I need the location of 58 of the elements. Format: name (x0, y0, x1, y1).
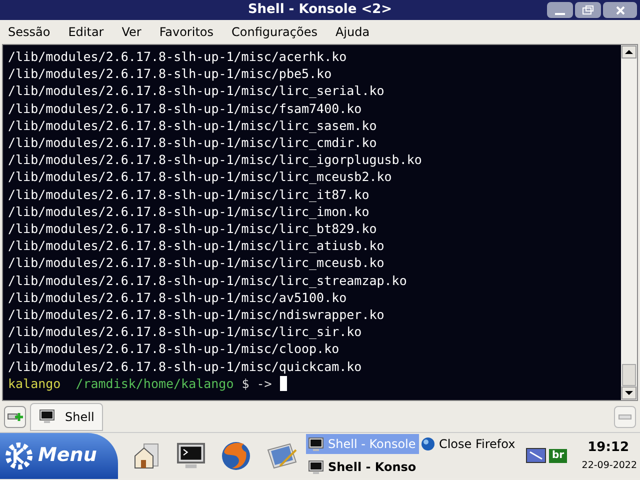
maximize-button[interactable] (575, 2, 601, 18)
terminal-line: /lib/modules/2.6.17.8-slh-up-1/misc/acerhk.ko (8, 48, 348, 66)
task-button[interactable]: Shell - Konso (306, 457, 419, 477)
new-session-button[interactable] (4, 406, 26, 428)
close-button[interactable] (603, 2, 637, 18)
menu-item[interactable]: Ver (116, 22, 146, 40)
prompt-user: kalango (8, 374, 61, 392)
session-tab[interactable]: Shell (30, 402, 104, 430)
monitor-icon (308, 436, 324, 452)
terminal-line: /lib/modules/2.6.17.8-slh-up-1/misc/pbe5.ko (8, 65, 333, 82)
menu-button[interactable]: Menu (0, 432, 118, 478)
terminal-line: /lib/modules/2.6.17.8-slh-up-1/misc/lirc_serial.ko (8, 82, 386, 100)
terminal-line: /lib/modules/2.6.17.8-slh-up-1/misc/lirc_sir.ko (8, 323, 363, 340)
menu-item[interactable]: Ajuda (330, 22, 375, 40)
scroll-down-icon[interactable] (621, 386, 637, 400)
terminal-line: /lib/modules/2.6.17.8-slh-up-1/misc/quickcam.ko (8, 358, 363, 375)
network-icon[interactable] (526, 448, 546, 463)
terminal-line: /lib/modules/2.6.17.8-slh-up-1/misc/lirc_sasem.ko (8, 116, 378, 134)
keyboard-layout-badge[interactable]: br (549, 448, 568, 462)
windows-icon (582, 5, 594, 15)
minimize-button[interactable] (547, 2, 573, 18)
scroll-up-icon[interactable] (621, 45, 637, 59)
prompt-symbol: $ -> (242, 374, 272, 392)
globe-icon (420, 437, 435, 451)
window-title: Shell - Konsole <2> (248, 1, 392, 20)
clock[interactable]: 19:12 (588, 437, 629, 460)
terminal-line: /lib/modules/2.6.17.8-slh-up-1/misc/lirc_bt829.ko (8, 220, 378, 238)
terminal-icon (176, 442, 206, 470)
terminal-line: /lib/modules/2.6.17.8-slh-up-1/misc/ndiswrapper.ko (8, 306, 386, 324)
gear-icon (4, 440, 34, 470)
terminal-line: /lib/modules/2.6.17.8-slh-up-1/misc/lirc_imon.ko (8, 202, 370, 220)
plus-icon (7, 410, 23, 422)
scrollbar[interactable] (621, 45, 637, 400)
pencil-picture-icon[interactable] (266, 442, 298, 470)
close-icon (616, 6, 624, 14)
terminal-line: /lib/modules/2.6.17.8-slh-up-1/misc/lirc_mceusb.ko (8, 254, 386, 272)
monitor-icon (39, 409, 55, 424)
terminal-line: /lib/modules/2.6.17.8-slh-up-1/misc/lirc_streamzap.ko (8, 272, 408, 289)
task-button[interactable]: Close Firefox (418, 434, 518, 454)
monitor-icon (308, 460, 324, 474)
menu-item[interactable]: Favoritos (154, 22, 218, 40)
terminal-line: /lib/modules/2.6.17.8-slh-up-1/misc/lirc_cmdir.ko (8, 134, 378, 152)
terminal-line: /lib/modules/2.6.17.8-slh-up-1/misc/lirc_atiusb.ko (8, 237, 386, 254)
menu-item[interactable]: Sessão (3, 22, 56, 40)
menu-item[interactable]: Editar (63, 22, 109, 40)
globe-fox-icon[interactable] (220, 440, 252, 472)
terminal-line: /lib/modules/2.6.17.8-slh-up-1/misc/cloop.ko (8, 340, 340, 358)
date: 22-09-2022 (582, 459, 637, 474)
terminal-line: /lib/modules/2.6.17.8-slh-up-1/misc/lirc_mceusb2.ko (8, 168, 393, 186)
terminal-line: /lib/modules/2.6.17.8-slh-up-1/misc/fsam7400.ko (8, 100, 363, 117)
text-cursor (280, 376, 287, 391)
minus-icon (618, 414, 632, 420)
terminal-line: /lib/modules/2.6.17.8-slh-up-1/misc/lirc_igorplugusb.ko (8, 151, 423, 168)
scrollbar-thumb[interactable] (622, 364, 636, 386)
menu-item[interactable]: Configurações (226, 22, 322, 40)
prompt-path: /ramdisk/home/kalango (76, 374, 234, 392)
terminal-line: /lib/modules/2.6.17.8-slh-up-1/misc/av5100.ko (8, 288, 348, 306)
terminal-line: /lib/modules/2.6.17.8-slh-up-1/misc/lirc_it87.ko (8, 186, 370, 203)
